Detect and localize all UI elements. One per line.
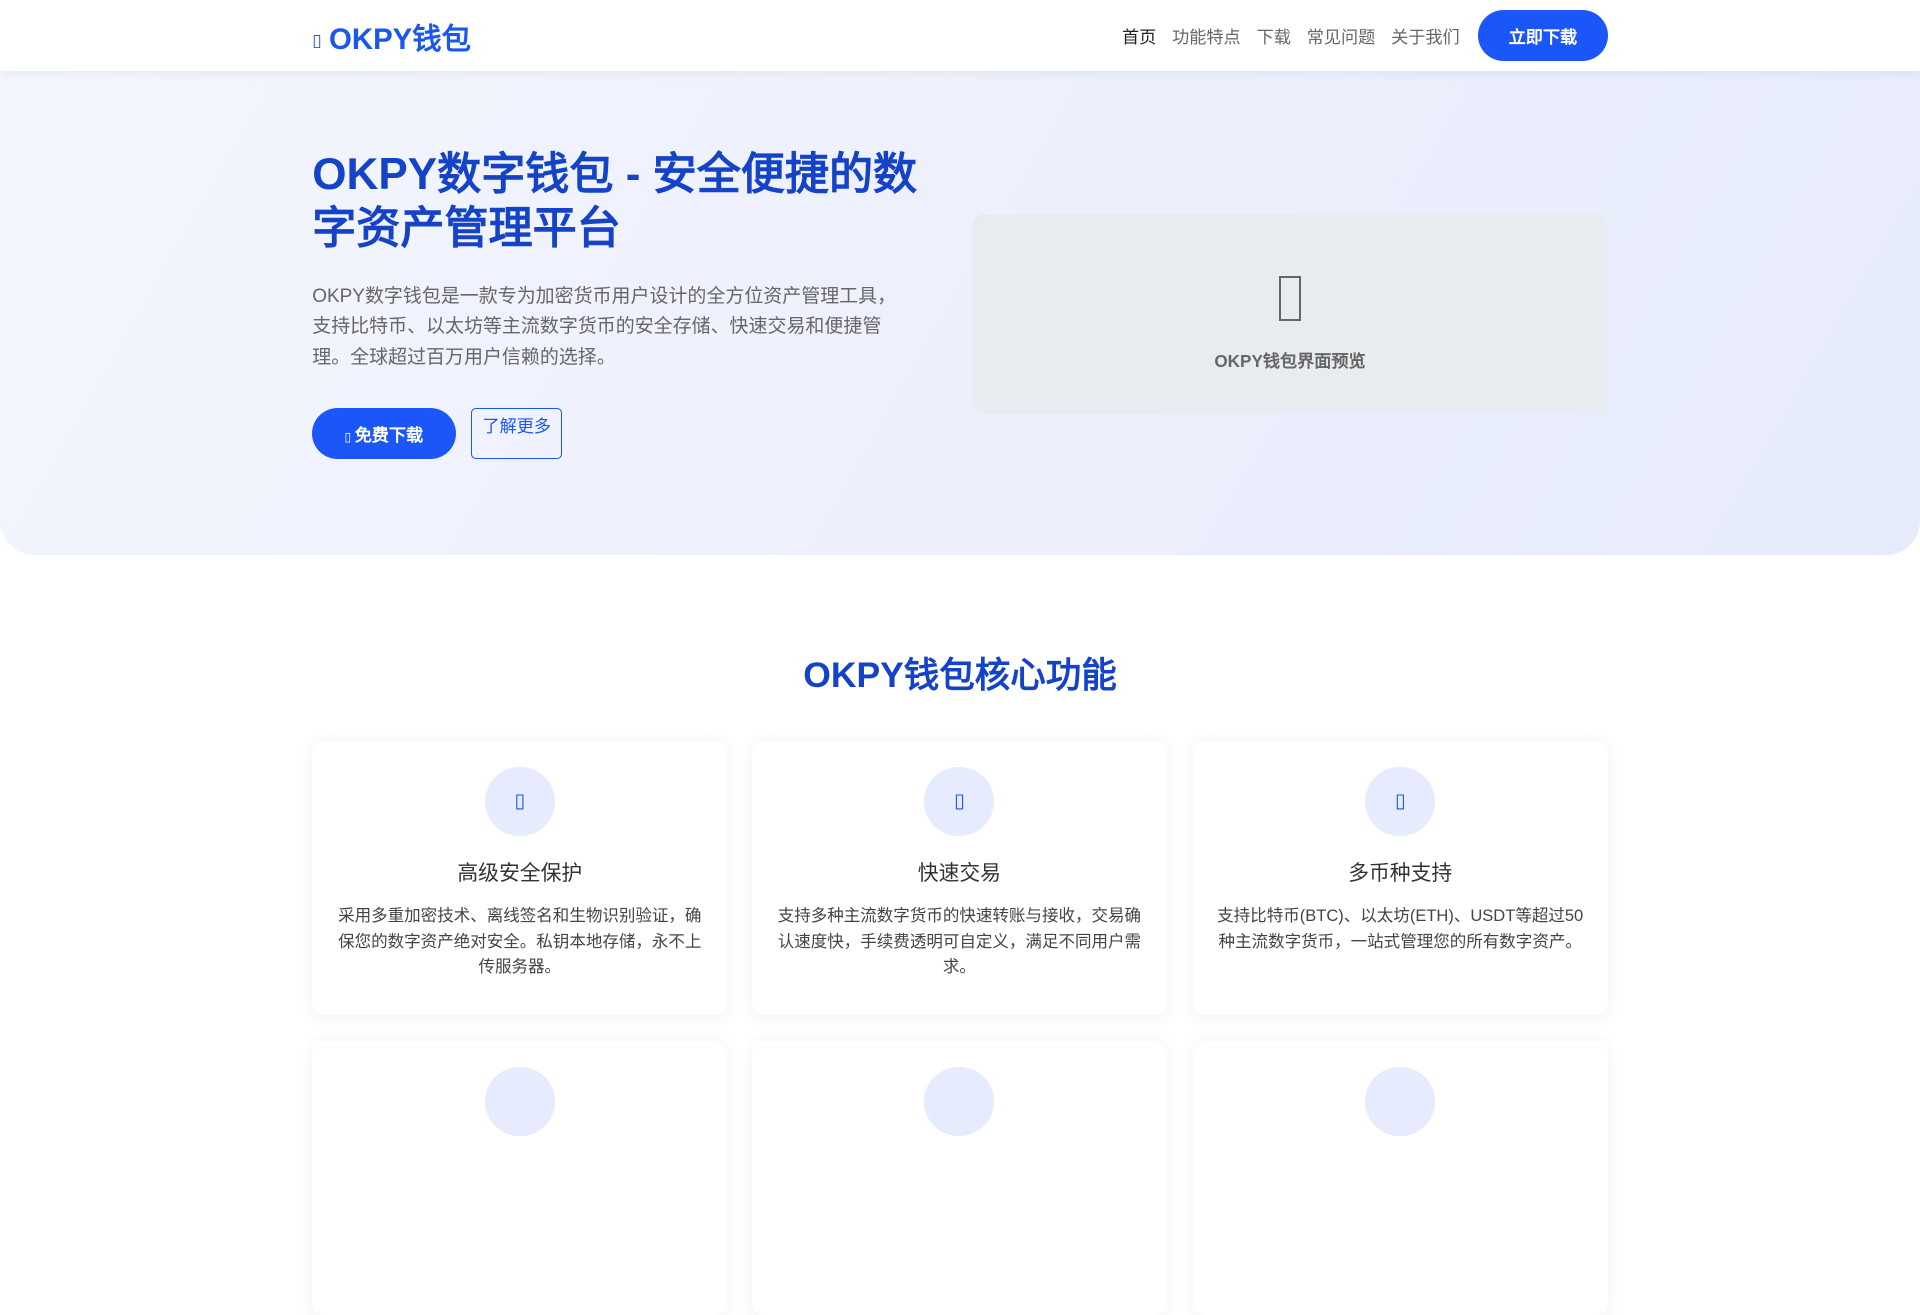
download-now-button[interactable]: 立即下载 <box>1477 9 1608 62</box>
main-nav: 首页 功能特点 下载 常见问题 关于我们 立即下载 <box>1122 9 1608 62</box>
nav-download[interactable]: 下载 <box>1257 23 1291 48</box>
feature-text: 支持比特币(BTC)、以太坊(ETH)、USDT等超过50种主流数字货币，一站式… <box>1217 906 1584 951</box>
feature-icon <box>1365 1066 1436 1137</box>
logo[interactable]: ▯ OKPY钱包 <box>312 16 471 58</box>
feature-card <box>1192 1040 1608 1315</box>
feature-card: ▯ 快速交易 支持多种主流数字货币的快速转账与接收，交易确认速度快，手续费透明可… <box>751 740 1167 1016</box>
logo-text: OKPY钱包 <box>329 22 472 56</box>
feature-title: 多币种支持 <box>1348 861 1453 885</box>
feature-title: 高级安全保护 <box>457 861 583 885</box>
learn-more-button[interactable]: 了解更多 <box>471 407 563 460</box>
feature-text: 采用多重加密技术、离线签名和生物识别验证，确保您的数字资产绝对安全。私钥本地存储… <box>338 906 702 977</box>
free-download-button[interactable]: ▯ 免费下载 <box>312 407 456 460</box>
feature-title: 快速交易 <box>917 861 1001 885</box>
shield-icon: ▯ <box>514 790 526 813</box>
site-header: ▯ OKPY钱包 首页 功能特点 下载 常见问题 关于我们 立即下载 <box>0 0 1920 72</box>
bolt-icon: ▯ <box>953 790 965 813</box>
nav-features[interactable]: 功能特点 <box>1172 23 1241 48</box>
free-download-label: 免费下载 <box>354 424 424 445</box>
nav-home[interactable]: 首页 <box>1122 23 1156 48</box>
nav-about[interactable]: 关于我们 <box>1391 23 1460 48</box>
feature-card <box>312 1040 728 1315</box>
feature-card: ▯ 高级安全保护 采用多重加密技术、离线签名和生物识别验证，确保您的数字资产绝对… <box>312 740 728 1016</box>
feature-text: 支持多种主流数字货币的快速转账与接收，交易确认速度快，手续费透明可自定义，满足不… <box>777 906 1142 977</box>
feature-icon <box>484 1066 555 1137</box>
coins-icon: ▯ <box>1394 790 1406 813</box>
preview-label: OKPY钱包界面预览 <box>1214 350 1366 371</box>
hero-section: OKPY数字钱包 - 安全便捷的数字资产管理平台 OKPY数字钱包是一款专为加密… <box>0 71 1920 555</box>
nav-faq[interactable]: 常见问题 <box>1307 23 1376 48</box>
download-icon: ▯ <box>344 429 355 444</box>
mobile-icon <box>1279 275 1301 322</box>
feature-card <box>751 1040 1167 1315</box>
wallet-icon: ▯ <box>312 30 322 51</box>
feature-card: ▯ 多币种支持 支持比特币(BTC)、以太坊(ETH)、USDT等超过50种主流… <box>1192 740 1608 1016</box>
app-preview: OKPY钱包界面预览 <box>972 214 1608 413</box>
hero-description: OKPY数字钱包是一款专为加密货币用户设计的全方位资产管理工具，支持比特币、以太… <box>312 285 897 368</box>
hero-title: OKPY数字钱包 - 安全便捷的数字资产管理平台 <box>312 150 918 254</box>
features-title: OKPY钱包核心功能 <box>803 654 1117 695</box>
feature-icon <box>924 1066 995 1137</box>
